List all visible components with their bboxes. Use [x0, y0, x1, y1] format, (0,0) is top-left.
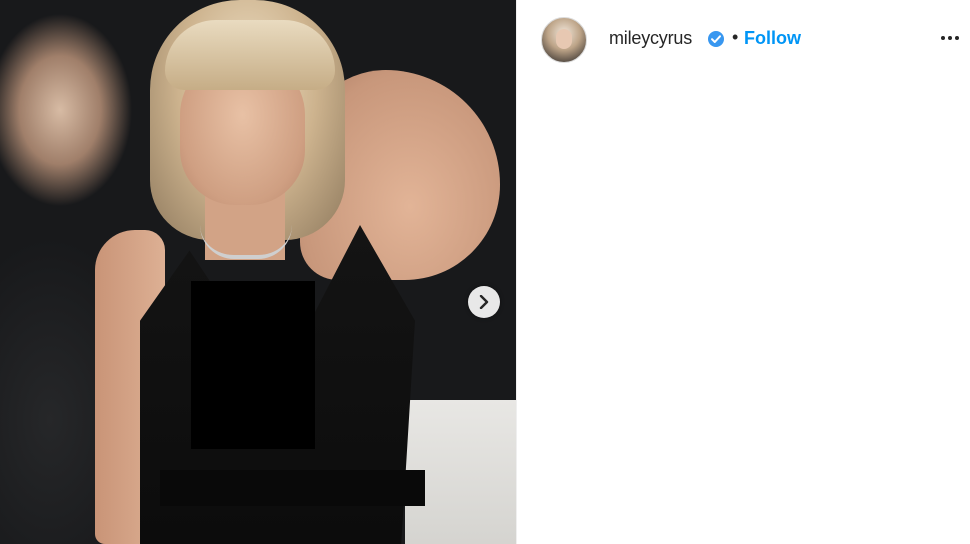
avatar[interactable] — [541, 17, 587, 63]
username-text: mileycyrus — [609, 28, 693, 48]
avatar-face — [556, 29, 572, 49]
chevron-right-icon — [479, 295, 489, 309]
next-photo-button[interactable] — [468, 286, 500, 318]
more-dot — [955, 36, 959, 40]
more-dot — [941, 36, 945, 40]
username-link[interactable]: mileycyrus — [609, 28, 692, 49]
post-sidebar: mileycyrus • Follow — [516, 0, 970, 544]
photo-bangs — [165, 20, 335, 90]
post-header: mileycyrus • Follow — [517, 0, 970, 78]
separator-dot: • — [732, 27, 739, 47]
post-photo[interactable] — [0, 0, 516, 544]
more-options-icon[interactable] — [937, 28, 963, 48]
censor-box — [191, 281, 315, 449]
photo-belt — [160, 470, 425, 506]
more-dot — [948, 36, 952, 40]
follow-button[interactable]: Follow — [744, 28, 801, 49]
verified-badge-icon — [708, 31, 724, 47]
